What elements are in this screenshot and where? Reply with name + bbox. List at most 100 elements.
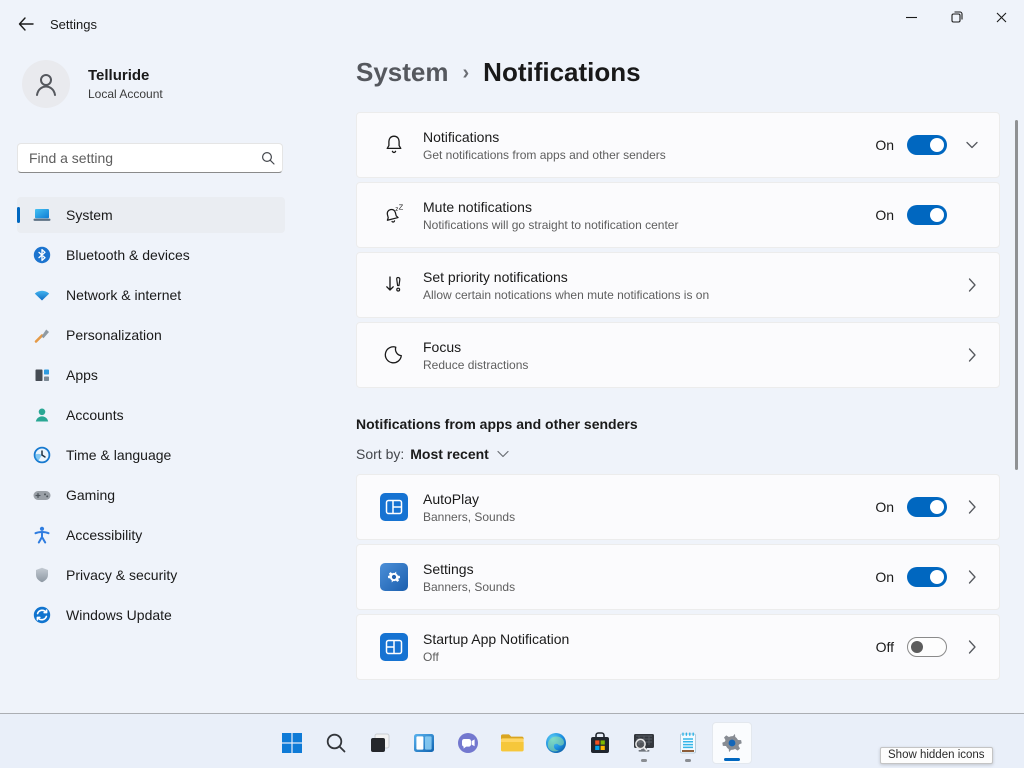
sidebar-item-accessibility[interactable]: Accessibility xyxy=(17,517,285,553)
sidebar-item-label: Windows Update xyxy=(66,607,172,623)
chevron-down-icon[interactable] xyxy=(961,141,983,149)
minimize-button[interactable] xyxy=(889,0,934,34)
priority-notifications-icon xyxy=(381,273,407,297)
card-title: Set priority notifications xyxy=(423,269,709,285)
restore-button[interactable] xyxy=(934,0,979,34)
app-notifications-list: AutoPlay Banners, Sounds On Sett xyxy=(356,474,1000,680)
sidebar-item-label: Bluetooth & devices xyxy=(66,247,190,263)
sidebar-item-apps[interactable]: Apps xyxy=(17,357,285,393)
card-set-priority-notifications[interactable]: Set priority notifications Allow certain… xyxy=(356,252,1000,318)
card-subtitle: Notifications will go straight to notifi… xyxy=(423,218,678,232)
card-subtitle: Reduce distractions xyxy=(423,358,528,372)
sidebar-item-windows-update[interactable]: Windows Update xyxy=(17,597,285,633)
chevron-right-icon xyxy=(961,500,983,514)
breadcrumb-separator: › xyxy=(463,60,470,85)
card-notifications[interactable]: Notifications Get notifications from app… xyxy=(356,112,1000,178)
avatar xyxy=(22,60,70,108)
app-row-startup-app-notification[interactable]: Startup App Notification Off Off xyxy=(356,614,1000,680)
search-icon xyxy=(325,732,347,754)
task-view-button[interactable] xyxy=(360,722,400,764)
sidebar-item-privacy-security[interactable]: Privacy & security xyxy=(17,557,285,593)
sidebar-item-label: System xyxy=(66,207,113,223)
sort-by-label: Sort by: xyxy=(356,446,404,462)
user-profile[interactable]: Telluride Local Account xyxy=(22,60,163,108)
active-indicator xyxy=(724,758,740,761)
start-icon xyxy=(280,731,304,755)
app-title: Settings xyxy=(423,561,515,577)
app-row-autoplay[interactable]: AutoPlay Banners, Sounds On xyxy=(356,474,1000,540)
file-explorer-icon xyxy=(499,731,525,755)
notifications-toggle[interactable] xyxy=(907,135,947,155)
svg-text:Z: Z xyxy=(399,203,404,212)
running-indicator xyxy=(641,759,647,762)
settings-app-icon xyxy=(380,563,408,591)
sort-by-value: Most recent xyxy=(410,446,489,462)
widgets-button[interactable] xyxy=(404,722,444,764)
card-title: Mute notifications xyxy=(423,199,678,215)
focus-moon-icon xyxy=(381,343,407,367)
search-input[interactable] xyxy=(18,150,254,166)
taskbar-search-button[interactable] xyxy=(316,722,356,764)
app-subtitle: Off xyxy=(423,650,569,664)
sidebar-item-bluetooth-devices[interactable]: Bluetooth & devices xyxy=(17,237,285,273)
windows-update-icon xyxy=(32,605,52,625)
chat-icon xyxy=(456,731,480,755)
card-title: Focus xyxy=(423,339,528,355)
bell-snooze-icon: zZ xyxy=(381,203,407,227)
toggle-state-label: On xyxy=(875,499,894,515)
taskbar-buttons xyxy=(272,722,752,764)
back-button[interactable] xyxy=(12,12,40,36)
sidebar-item-personalization[interactable]: Personalization xyxy=(17,317,285,353)
sidebar-item-system[interactable]: System xyxy=(17,197,285,233)
notepad-button[interactable] xyxy=(668,722,708,764)
settings-taskbar-button[interactable] xyxy=(712,722,752,764)
sidebar-item-label: Personalization xyxy=(66,327,162,343)
person-icon xyxy=(31,69,61,99)
tooltip: Show hidden icons xyxy=(880,747,993,764)
app-subtitle: Banners, Sounds xyxy=(423,580,515,594)
chat-button[interactable] xyxy=(448,722,488,764)
file-explorer-button[interactable] xyxy=(492,722,532,764)
autoplay-toggle[interactable] xyxy=(907,497,947,517)
toggle-state-label: On xyxy=(875,207,894,223)
task-view-icon xyxy=(368,731,392,755)
close-button[interactable] xyxy=(979,0,1024,34)
section-heading: Notifications from apps and other sender… xyxy=(356,416,1000,432)
app-row-settings[interactable]: Settings Banners, Sounds On xyxy=(356,544,1000,610)
sidebar-item-time-language[interactable]: Time & language xyxy=(17,437,285,473)
apps-icon xyxy=(32,365,52,385)
card-subtitle: Allow certain notications when mute noti… xyxy=(423,288,709,302)
sidebar-item-network-internet[interactable]: Network & internet xyxy=(17,277,285,313)
mute-notifications-toggle[interactable] xyxy=(907,205,947,225)
sidebar-item-label: Accessibility xyxy=(66,527,142,543)
sidebar-item-label: Accounts xyxy=(66,407,124,423)
chevron-right-icon xyxy=(961,640,983,654)
chevron-right-icon xyxy=(961,348,983,362)
profile-account-type: Local Account xyxy=(88,87,163,101)
search-box[interactable] xyxy=(17,143,283,173)
profile-name: Telluride xyxy=(88,67,163,84)
card-mute-notifications[interactable]: zZ Mute notifications Notifications will… xyxy=(356,182,1000,248)
sidebar-item-accounts[interactable]: Accounts xyxy=(17,397,285,433)
settings-app-toggle[interactable] xyxy=(907,567,947,587)
startup-app-icon xyxy=(380,633,408,661)
system-tool-icon xyxy=(631,731,657,755)
scrollbar-thumb[interactable] xyxy=(1015,120,1018,470)
microsoft-store-button[interactable] xyxy=(580,722,620,764)
edge-button[interactable] xyxy=(536,722,576,764)
app-subtitle: Banners, Sounds xyxy=(423,510,515,524)
gaming-icon xyxy=(32,485,52,505)
network-icon xyxy=(32,285,52,305)
startup-app-toggle[interactable] xyxy=(907,637,947,657)
sort-by-dropdown[interactable]: Sort by: Most recent xyxy=(356,446,1000,462)
start-button[interactable] xyxy=(272,722,312,764)
sidebar-item-gaming[interactable]: Gaming xyxy=(17,477,285,513)
card-focus[interactable]: Focus Reduce distractions xyxy=(356,322,1000,388)
system-tool-button[interactable] xyxy=(624,722,664,764)
running-indicator xyxy=(685,759,691,762)
breadcrumb-parent[interactable]: System xyxy=(356,57,449,88)
accounts-icon xyxy=(32,405,52,425)
edge-icon xyxy=(544,731,568,755)
personalization-icon xyxy=(32,325,52,345)
toggle-state-label: On xyxy=(875,137,894,153)
